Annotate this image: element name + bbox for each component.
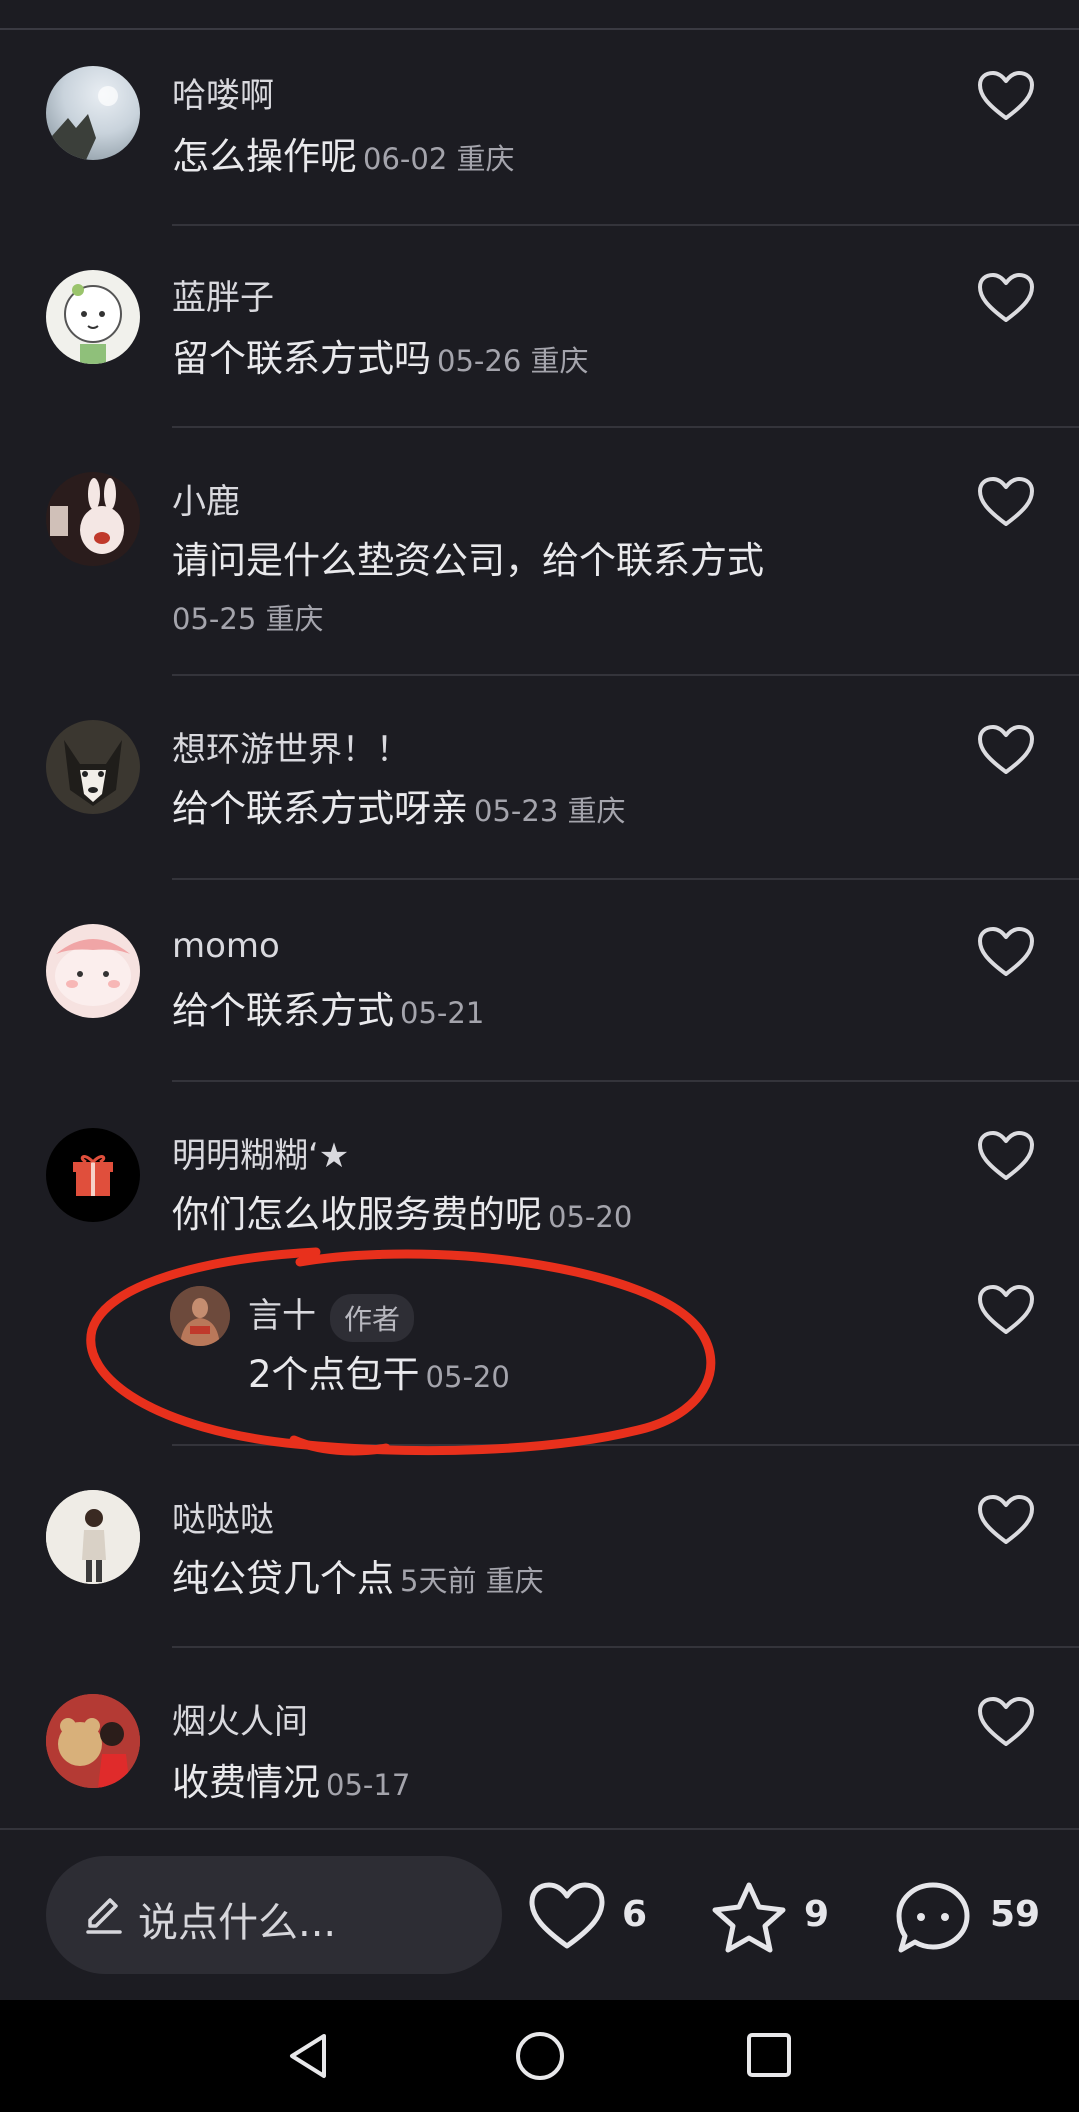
heart-icon[interactable] <box>977 1494 1035 1546</box>
divider <box>172 426 1079 428</box>
avatar[interactable] <box>46 720 140 814</box>
nav-back-icon[interactable] <box>284 2030 332 2082</box>
like-button[interactable]: 6 <box>528 1880 648 1956</box>
comment-meta: 05-17 <box>326 1768 411 1802</box>
comment-username[interactable]: 哒哒哒 <box>172 1492 274 1541</box>
comment-username[interactable]: 哈喽啊 <box>172 68 274 117</box>
divider <box>172 1646 1079 1648</box>
avatar[interactable] <box>46 924 140 1018</box>
favorite-button[interactable]: 9 <box>710 1880 830 1956</box>
comment-text: 给个联系方式 05-21 <box>172 989 485 1032</box>
comment-username[interactable]: 小鹿 <box>172 474 240 523</box>
comment-text: 给个联系方式呀亲 05-23 重庆 <box>172 787 626 830</box>
comment-button[interactable]: 59 <box>894 1880 1044 1956</box>
comment-text: 留个联系方式吗 05-26 重庆 <box>172 337 589 380</box>
heart-icon[interactable] <box>977 70 1035 122</box>
heart-icon[interactable] <box>977 1284 1035 1336</box>
avatar[interactable] <box>46 1128 140 1222</box>
comment-text: 请问是什么垫资公司，给个联系方式 <box>172 539 764 582</box>
comment-count: 59 <box>990 1894 1041 1935</box>
comment-meta: 05-25 重庆 <box>172 602 324 636</box>
comment-username[interactable]: 烟火人间 <box>172 1694 308 1743</box>
heart-icon[interactable] <box>977 476 1035 528</box>
comment-username[interactable]: momo <box>172 926 280 966</box>
system-navigation-bar <box>0 2000 1079 2112</box>
comment-meta: 05-21 <box>400 996 485 1030</box>
star-icon <box>712 1882 786 1953</box>
comment-username[interactable]: 明明糊糊‘★ <box>172 1128 349 1177</box>
red-annotation-circle <box>86 1247 716 1456</box>
comment-text: 收费情况 05-17 <box>172 1761 411 1804</box>
divider <box>172 1080 1079 1082</box>
comment-input[interactable]: 说点什么... <box>46 1856 502 1974</box>
avatar[interactable] <box>46 66 140 160</box>
comment-text: 纯公贷几个点 5天前 重庆 <box>172 1557 544 1600</box>
nav-home-icon[interactable] <box>514 2030 566 2082</box>
divider <box>172 224 1079 226</box>
avatar[interactable] <box>46 472 140 566</box>
comment-meta: 05-20 <box>548 1200 633 1234</box>
comment-username[interactable]: 想环游世界！！ <box>172 722 410 771</box>
comment-meta: 05-23 重庆 <box>474 794 626 828</box>
pen-icon <box>86 1898 122 1934</box>
heart-icon[interactable] <box>977 1130 1035 1182</box>
comment-text: 怎么操作呢 06-02 重庆 <box>172 135 515 178</box>
comment-username[interactable]: 蓝胖子 <box>172 270 274 319</box>
avatar[interactable] <box>46 1694 140 1788</box>
divider <box>172 674 1079 676</box>
gift-icon <box>73 1155 113 1196</box>
comment-text: 你们怎么收服务费的呢 05-20 <box>172 1193 633 1236</box>
heart-icon[interactable] <box>977 272 1035 324</box>
divider <box>172 878 1079 880</box>
avatar[interactable] <box>46 270 140 364</box>
heart-icon[interactable] <box>977 1696 1035 1748</box>
comment-meta: 06-02 重庆 <box>363 142 515 176</box>
nav-recents-icon[interactable] <box>746 2030 792 2082</box>
comment-bubble-icon <box>896 1882 970 1953</box>
comment-meta: 05-26 重庆 <box>437 344 589 378</box>
comment-input-placeholder: 说点什么... <box>138 1900 337 1946</box>
comment-meta: 5天前 重庆 <box>400 1564 544 1598</box>
heart-icon <box>529 1882 605 1949</box>
heart-icon[interactable] <box>977 926 1035 978</box>
top-divider <box>0 28 1079 30</box>
like-count: 6 <box>622 1894 648 1935</box>
avatar[interactable] <box>46 1490 140 1584</box>
heart-icon[interactable] <box>977 724 1035 776</box>
favorite-count: 9 <box>804 1894 830 1935</box>
bottom-action-bar: 说点什么... 6 9 59 <box>0 1828 1079 2000</box>
